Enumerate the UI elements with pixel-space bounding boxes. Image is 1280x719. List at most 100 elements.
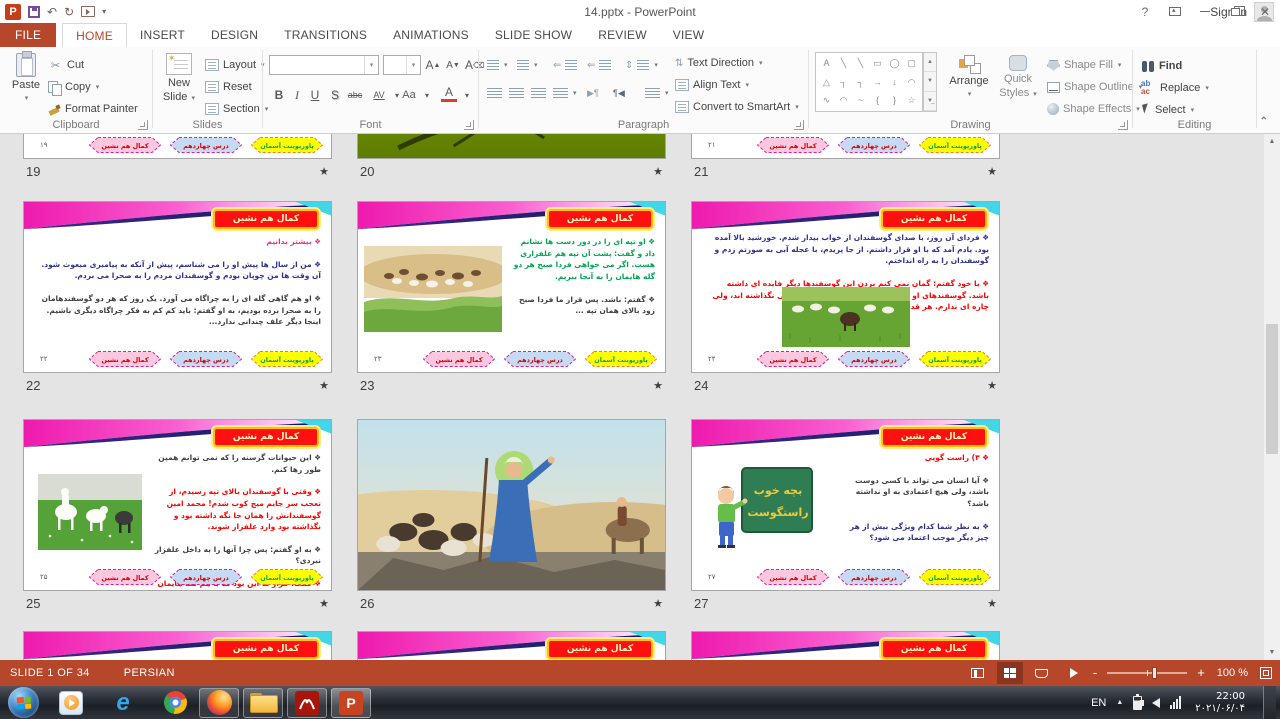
shape-fill-button[interactable]: Shape Fill▾	[1047, 55, 1121, 75]
shapes-gallery[interactable]: A╲╲▭◯▢△┐┐→↓◠∿◠~{}☆	[815, 52, 923, 112]
slide-thumbnail-24[interactable]: کمال هم نشین❖ فردای آن روز، با صدای گوسف…	[691, 201, 1000, 373]
taskbar-powerpoint[interactable]: P	[331, 688, 371, 718]
bullets-button[interactable]: ▾	[487, 55, 508, 75]
slide-thumbnail-26[interactable]	[357, 419, 666, 591]
section-button[interactable]: Section▾	[205, 99, 268, 119]
drawing-dialog-launcher[interactable]	[1118, 120, 1128, 130]
taskbar-file-explorer[interactable]	[243, 688, 283, 718]
shape-glyph[interactable]: ┐	[852, 73, 869, 92]
tab-design[interactable]: DESIGN	[198, 23, 271, 47]
shrink-font-button[interactable]: A▼	[445, 55, 461, 75]
font-color-button[interactable]: A	[441, 85, 457, 102]
taskbar-internet-explorer[interactable]: e	[103, 688, 143, 718]
select-button[interactable]: Select▾	[1141, 100, 1194, 120]
shape-glyph[interactable]: {	[869, 91, 886, 110]
taskbar-firefox[interactable]	[199, 688, 239, 718]
shape-glyph[interactable]: ◯	[886, 54, 903, 73]
shape-glyph[interactable]: ☆	[903, 91, 920, 110]
slide-thumbnail-22[interactable]: کمال هم نشین❖ بیشتر بدانیم❖ من از سال ها…	[23, 201, 332, 373]
restore-button[interactable]	[1220, 1, 1250, 23]
slide-thumbnail-29[interactable]: کمال هم نشین	[357, 631, 666, 660]
align-text-button[interactable]: Align Text▾	[675, 75, 749, 95]
zoom-in-button[interactable]: +	[1197, 668, 1205, 678]
paragraph-dialog-launcher[interactable]	[794, 120, 804, 130]
slide-thumbnail-19[interactable]: کمال هم نشیندرس چهاردهمپاورپوینت آسمان۱۹	[23, 134, 332, 159]
shape-glyph[interactable]: A	[818, 54, 835, 73]
zoom-slider-thumb[interactable]	[1152, 667, 1157, 679]
tab-transitions[interactable]: TRANSITIONS	[271, 23, 380, 47]
help-button[interactable]: ?	[1130, 1, 1160, 23]
slide-sorter-view-button[interactable]	[997, 662, 1023, 684]
shape-glyph[interactable]: }	[886, 91, 903, 110]
justify-button[interactable]: ▾	[553, 83, 577, 103]
tab-home[interactable]: HOME	[62, 23, 127, 48]
shape-glyph[interactable]: ▭	[869, 54, 886, 73]
increase-indent-button[interactable]: ⇐	[587, 55, 611, 75]
align-left-button[interactable]	[487, 83, 502, 103]
shape-glyph[interactable]: ▢	[903, 54, 920, 73]
zoom-out-button[interactable]: -	[1093, 668, 1097, 678]
new-slide-button[interactable]: NewSlide ▾	[159, 53, 199, 105]
tray-language[interactable]: EN	[1091, 697, 1106, 709]
taskbar-chrome[interactable]	[155, 688, 195, 718]
shape-glyph[interactable]: ╲	[852, 54, 869, 73]
shape-glyph[interactable]: ∿	[818, 91, 835, 110]
language-indicator[interactable]: PERSIAN	[124, 667, 175, 679]
scroll-up-arrow[interactable]: ▲	[1264, 134, 1280, 149]
hidden-icons-arrow[interactable]: ▲	[1116, 699, 1123, 706]
italic-button[interactable]: I	[289, 85, 305, 105]
line-spacing-button[interactable]: ⇕▾	[625, 55, 658, 75]
tab-view[interactable]: VIEW	[660, 23, 717, 47]
reading-view-button[interactable]	[1029, 662, 1055, 684]
zoom-level[interactable]: 100 %	[1217, 667, 1248, 679]
slide-thumbnail-23[interactable]: کمال هم نشین❖ او تپه ای را در دور دست ها…	[357, 201, 666, 373]
rtl-direction-button[interactable]: ¶◀	[613, 83, 625, 103]
change-case-arrow[interactable]: ▾	[419, 85, 435, 105]
numbering-button[interactable]: ▾	[517, 55, 538, 75]
tab-file[interactable]: FILE	[0, 23, 56, 47]
taskbar-acrobat[interactable]	[287, 688, 327, 718]
zoom-slider[interactable]	[1107, 672, 1187, 674]
shape-glyph[interactable]: ↓	[886, 73, 903, 92]
text-direction-button[interactable]: ⇅Text Direction▾	[675, 53, 763, 73]
shape-glyph[interactable]: ◠	[903, 73, 920, 92]
cut-button[interactable]: ✂Cut	[48, 55, 84, 75]
underline-button[interactable]: U	[307, 85, 323, 105]
font-dialog-launcher[interactable]	[464, 120, 474, 130]
undo-icon[interactable]: ↶	[47, 5, 57, 19]
start-button[interactable]	[8, 687, 39, 718]
save-icon[interactable]	[28, 6, 40, 18]
ribbon-display-options-button[interactable]	[1160, 1, 1190, 23]
shapes-gallery-scrollbar[interactable]: ▲▼▼̲	[923, 52, 937, 112]
volume-icon[interactable]	[1152, 698, 1160, 708]
tray-clock[interactable]: 22:00 ۲۰۲۱/۰۶/۰۴	[1191, 691, 1245, 715]
shape-glyph[interactable]: △	[818, 73, 835, 92]
bold-button[interactable]: B	[271, 85, 287, 105]
find-button[interactable]: Find	[1141, 56, 1182, 76]
customize-qat-icon[interactable]: ▾	[102, 5, 106, 19]
taskbar-media-player[interactable]	[51, 688, 91, 718]
redo-icon[interactable]: ↻	[64, 5, 74, 19]
copy-button[interactable]: Copy▾	[48, 77, 99, 97]
shape-glyph[interactable]: ◠	[835, 91, 852, 110]
replace-button[interactable]: abacReplace▾	[1141, 78, 1209, 98]
minimize-button[interactable]	[1190, 1, 1220, 23]
slide-thumbnail-21[interactable]: کمال هم نشیندرس چهاردهمپاورپوینت آسمان۲۱	[691, 134, 1000, 159]
font-size-combo[interactable]: ▾	[383, 55, 421, 75]
slide-thumbnail-20[interactable]	[357, 134, 666, 159]
character-spacing-button[interactable]: AV	[371, 85, 387, 105]
close-button[interactable]: ✕	[1250, 1, 1280, 23]
tab-insert[interactable]: INSERT	[127, 23, 198, 47]
decrease-indent-button[interactable]: ⇐	[553, 55, 577, 75]
text-shadow-button[interactable]: S	[327, 85, 343, 105]
convert-smartart-button[interactable]: Convert to SmartArt▾	[675, 97, 799, 117]
scrollbar-thumb[interactable]	[1266, 324, 1278, 454]
change-case-button[interactable]: Aa	[401, 85, 417, 105]
columns-button[interactable]: ▾	[645, 83, 669, 103]
slide-thumbnail-28[interactable]: کمال هم نشین	[23, 631, 332, 660]
align-right-button[interactable]	[531, 83, 546, 103]
tab-animations[interactable]: ANIMATIONS	[380, 23, 482, 47]
arrange-button[interactable]: Arrange▾	[945, 55, 993, 101]
scroll-down-arrow[interactable]: ▼	[1264, 645, 1280, 660]
slide-thumbnail-25[interactable]: کمال هم نشین❖ این حیوانات گرسنه را که نم…	[23, 419, 332, 591]
